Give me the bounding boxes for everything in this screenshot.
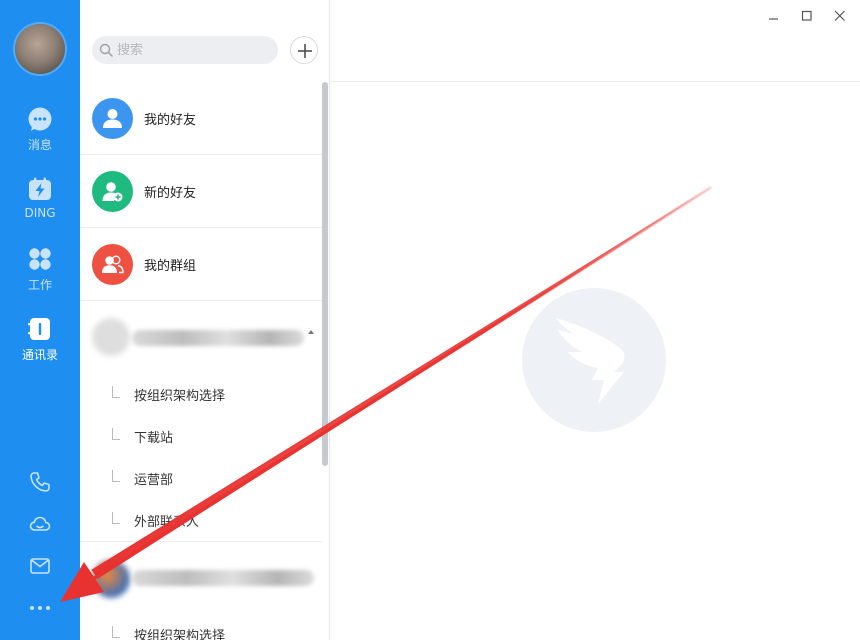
- contacts-row-new-friends[interactable]: 新的好友: [80, 155, 322, 228]
- nav-label-contacts: 通讯录: [21, 348, 58, 362]
- nav-item-work[interactable]: 工作: [0, 246, 80, 293]
- minimize-icon: [769, 18, 778, 20]
- nav-item-messages[interactable]: 消息: [0, 106, 80, 153]
- org1-item-download[interactable]: 下载站: [80, 414, 322, 456]
- my-friends-avatar: [92, 98, 133, 139]
- org1-item-label: 外部联系人: [134, 515, 200, 530]
- org1-item-operations[interactable]: 运营部: [80, 456, 322, 498]
- ding-icon: [29, 177, 51, 200]
- person-icon: [103, 109, 122, 128]
- org1-item-by-structure[interactable]: 按组织架构选择: [80, 372, 322, 414]
- close-button[interactable]: [832, 8, 848, 24]
- nav-item-ding[interactable]: DING: [0, 176, 80, 220]
- nav-label-work: 工作: [27, 278, 52, 292]
- close-icon: [834, 10, 845, 21]
- more-dots-icon: [30, 606, 50, 610]
- dingtalk-logo-placeholder: [522, 288, 666, 432]
- org-name-2-blurred: [132, 570, 314, 586]
- org1-item-label: 按组织架构选择: [134, 389, 226, 404]
- nav-rail: 消息 DING 工作 通讯录: [0, 0, 80, 640]
- my-groups-avatar: [92, 244, 133, 285]
- cloud-icon: [29, 516, 51, 531]
- new-friends-avatar: [92, 171, 133, 212]
- org2-item-by-structure[interactable]: 按组织架构选择: [80, 612, 322, 640]
- nav-label-messages: 消息: [27, 138, 52, 152]
- add-button[interactable]: [290, 36, 318, 64]
- org-logo-1: [92, 318, 130, 356]
- contacts-book-icon: [28, 318, 50, 340]
- contacts-scrollbar[interactable]: [322, 82, 328, 466]
- search-icon: [99, 43, 113, 57]
- org1-item-label: 运营部: [134, 473, 174, 488]
- phone-icon: [30, 472, 50, 492]
- search-input[interactable]: [117, 36, 272, 64]
- tree-line-icon: [112, 428, 120, 440]
- org-name-1-blurred: [132, 330, 304, 346]
- maximize-icon: [801, 10, 812, 21]
- main-area: [330, 0, 860, 640]
- new-friends-label: 新的好友: [144, 186, 197, 201]
- mail-icon: [30, 558, 50, 574]
- search-box[interactable]: [92, 36, 278, 64]
- nav-label-ding: DING: [24, 206, 56, 220]
- tree-line-icon: [112, 626, 120, 638]
- org-header-1[interactable]: [80, 302, 322, 372]
- contacts-panel: 我的好友 新的好友: [80, 0, 330, 640]
- chat-bubble-icon: [28, 107, 52, 131]
- dingtalk-wing-icon: [556, 318, 625, 404]
- minimize-button[interactable]: [766, 8, 782, 24]
- my-groups-label: 我的群组: [144, 259, 197, 274]
- user-avatar[interactable]: [15, 24, 65, 74]
- nav-item-contacts[interactable]: 通讯录: [0, 316, 80, 363]
- org1-item-label: 下载站: [134, 431, 174, 446]
- more-button[interactable]: [0, 598, 80, 618]
- org-header-2[interactable]: [80, 542, 322, 612]
- tree-line-icon: [112, 386, 120, 398]
- group-icon: [102, 255, 124, 274]
- dingtalk-window: 消息 DING 工作 通讯录 搜索 我的好友 新的好友 我的群组 按组织架构选择…: [0, 0, 860, 640]
- collapse-caret-icon[interactable]: [308, 330, 314, 334]
- mail-button[interactable]: [0, 554, 80, 578]
- apps-grid-icon: [29, 248, 51, 270]
- phone-button[interactable]: [0, 470, 80, 494]
- my-friends-label: 我的好友: [144, 113, 197, 128]
- org-logo-2: [92, 560, 130, 598]
- tree-line-icon: [112, 470, 120, 482]
- maximize-button[interactable]: [799, 8, 815, 24]
- contacts-row-my-groups[interactable]: 我的群组: [80, 228, 322, 301]
- contacts-row-my-friends[interactable]: 我的好友: [80, 82, 322, 155]
- cloud-drive-button[interactable]: [0, 512, 80, 536]
- person-add-icon: [102, 182, 123, 202]
- tree-line-icon: [112, 512, 120, 524]
- plus-icon: [298, 44, 312, 58]
- org1-item-external[interactable]: 外部联系人: [80, 498, 322, 540]
- org2-item-label: 按组织架构选择: [134, 629, 226, 640]
